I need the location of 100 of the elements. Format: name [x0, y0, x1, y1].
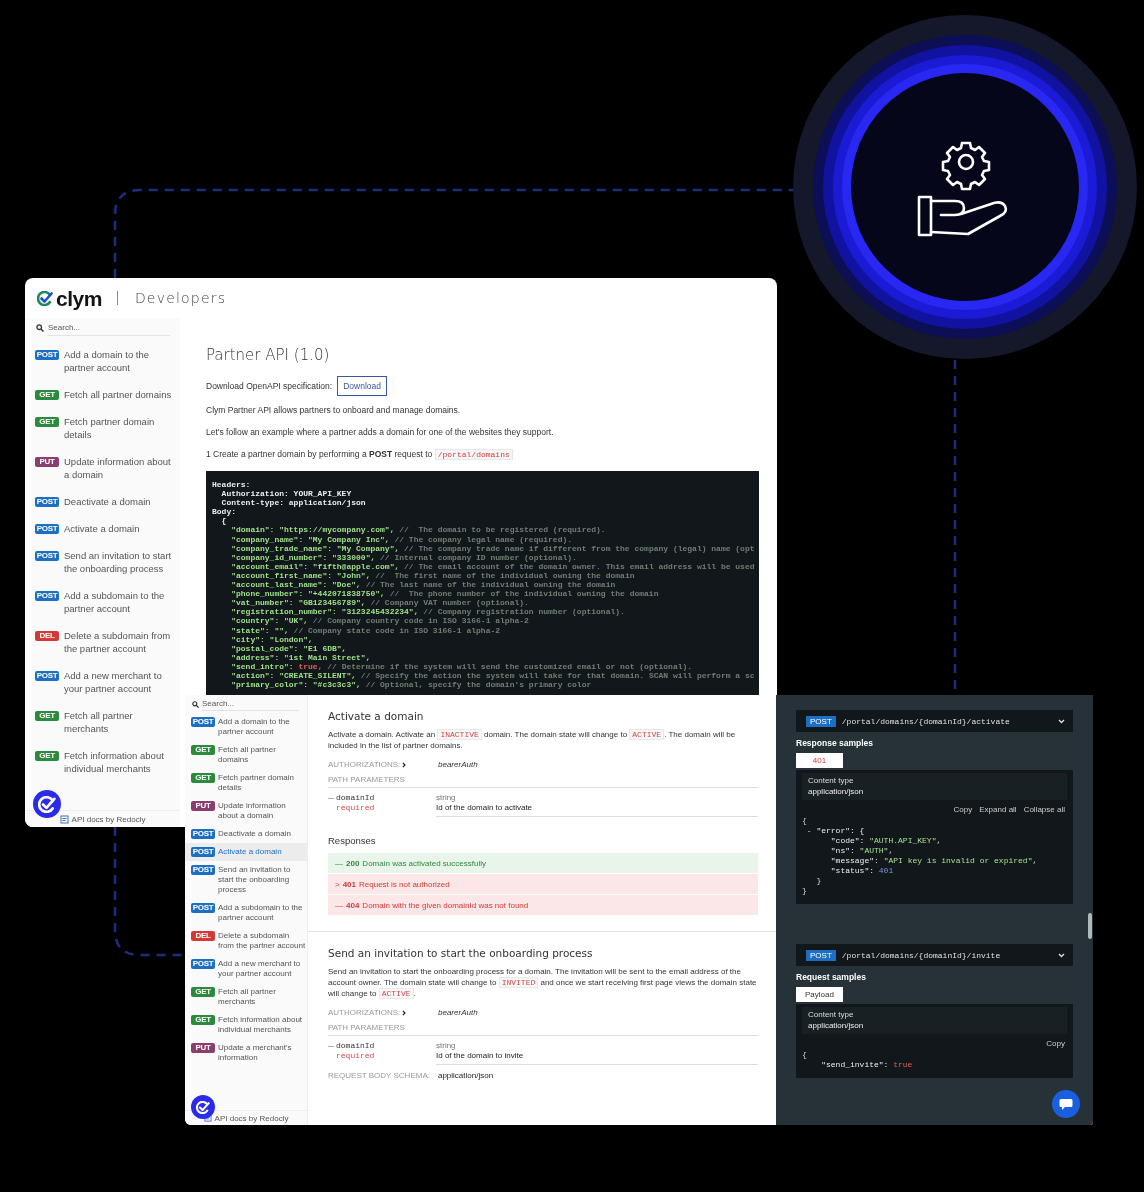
- sidebar-item[interactable]: GET Fetch all partner merchants: [25, 702, 180, 742]
- method-badge: GET: [35, 416, 59, 427]
- sidebar-item[interactable]: PUT Update a merchant's information: [185, 1039, 307, 1067]
- sidebar-item[interactable]: POST Add a subdomain to the partner account: [185, 899, 307, 927]
- json-line: - "error": {: [805, 826, 866, 836]
- method-badge: POST: [35, 670, 59, 681]
- endpoint-bar[interactable]: POST /portal/domains/{domainId}/activate: [796, 710, 1073, 732]
- code-line: "company_name": "My Company Inc", // The company legal name (required).: [230, 534, 573, 544]
- endpoint-bar[interactable]: POST /portal/domains/{domainId}/invite: [796, 944, 1073, 966]
- page-title: Partner API (1.0): [206, 345, 331, 366]
- code-line: "address": "1st Main Street",: [230, 652, 372, 662]
- sidebar-item[interactable]: DEL Delete a subdomain from the partner account: [25, 622, 180, 662]
- sidebar-item[interactable]: PUT Update information about a domain: [185, 797, 307, 825]
- required-label: required: [336, 1051, 375, 1061]
- section-title: Activate a domain: [328, 709, 425, 723]
- method-badge: POST: [191, 717, 215, 727]
- chevron-down-icon: [1058, 718, 1065, 724]
- code-line: Content-type: application/json: [220, 498, 367, 508]
- sidebar-item[interactable]: POST Add a new merchant to your partner account: [25, 662, 180, 702]
- samples-heading: Request samples: [796, 972, 867, 982]
- sample-tab[interactable]: Payload: [796, 987, 843, 1002]
- code-line: "phone_number": "+442071838750", // The phone number of the individual owning the domain: [230, 589, 660, 599]
- section-title: Send an invitation to start the onboarding process: [328, 946, 594, 960]
- footer-link[interactable]: API docs by Redocly: [214, 1113, 289, 1123]
- sidebar-item[interactable]: POST Deactivate a domain: [25, 488, 180, 515]
- search-field[interactable]: Search...: [48, 320, 170, 336]
- code-line: "vat_number": "GB123456789", // Company VAT number (optional).: [230, 598, 530, 608]
- method-badge: POST: [35, 590, 59, 601]
- method-badge: PUT: [35, 456, 59, 467]
- method-badge: POST: [191, 903, 215, 913]
- method-badge: PUT: [191, 801, 215, 811]
- method-badge: GET: [191, 987, 215, 997]
- action-link[interactable]: Copy: [1046, 1039, 1065, 1048]
- sidebar-item[interactable]: POST Add a domain to the partner account: [25, 341, 180, 381]
- auth-scheme: bearerAuth: [438, 760, 478, 769]
- search-field[interactable]: Search...: [202, 697, 299, 711]
- response-row[interactable]: — 404 Domain with the given domainId was not found: [328, 895, 758, 915]
- action-link[interactable]: Copy: [953, 805, 973, 814]
- param-type: string: [436, 793, 457, 803]
- search-icon: [192, 700, 199, 708]
- code-line: Authorization: YOUR_API_KEY: [220, 489, 353, 499]
- json-line: {: [802, 816, 808, 826]
- branch-icon: [328, 1045, 334, 1048]
- sidebar-item[interactable]: POST Add a subdomain to the partner account: [25, 582, 180, 622]
- sidebar-item[interactable]: POST Add a new merchant to your partner account: [185, 955, 307, 983]
- sidebar-item[interactable]: PUT Update information about a domain: [25, 448, 180, 488]
- code-line: "company_id_number": "333000", // Internal company ID number (optional).: [230, 552, 578, 562]
- code-line: "account_email": "fifth@apple.com", // The email account of the domain owner. This email address will be used: [230, 561, 756, 571]
- inline-code: ACTIVE: [629, 729, 665, 740]
- auth-scheme: bearerAuth: [438, 1008, 478, 1017]
- content-type-label: Content type: [808, 1010, 855, 1020]
- param-name: domainId: [336, 1041, 375, 1051]
- sidebar-item[interactable]: GET Fetch information about individual merchants: [185, 1011, 307, 1039]
- method-badge: POST: [35, 550, 59, 561]
- check-logo-icon: [37, 290, 53, 306]
- paragraph: Clym Partner API allows partners to onboard and manage domains.: [206, 405, 462, 416]
- json-line: {: [802, 1050, 808, 1060]
- sidebar-item[interactable]: POST Activate a domain: [25, 515, 180, 542]
- code-line: "action": "CREATE_SILENT", // Specify the action the system will take for that domain. SCAN will perform a sc: [230, 670, 756, 681]
- action-link[interactable]: Expand all: [979, 805, 1017, 814]
- chevron-icon: [402, 1009, 406, 1016]
- redocly-icon: [59, 814, 69, 824]
- sidebar-item[interactable]: GET Fetch partner domain details: [185, 769, 307, 797]
- path-parameters-label: PATH PARAMETERS: [328, 775, 758, 788]
- param-description: Id of the domain to activate: [436, 803, 534, 813]
- content-type-label: Content type: [808, 776, 855, 786]
- download-button[interactable]: Download: [337, 376, 387, 396]
- code-line: "postal_code": "E1 6DB",: [230, 643, 348, 653]
- sidebar-item[interactable]: DEL Delete a subdomain from the partner account: [185, 927, 307, 955]
- json-line: }: [802, 886, 808, 896]
- paragraph: Let's follow an example where a partner adds a domain for one of the websites they support.: [206, 427, 555, 438]
- scrollbar-thumb[interactable]: [1088, 913, 1092, 939]
- json-line: "message": "API key is invalid or expired",: [829, 856, 1039, 866]
- code-line: Headers:: [212, 480, 252, 490]
- method-badge: GET: [191, 1015, 215, 1025]
- sidebar-item[interactable]: GET Fetch all partner domains: [25, 381, 180, 408]
- inline-code: /portal/domains: [434, 449, 513, 460]
- method-badge: GET: [191, 745, 215, 755]
- sidebar-item[interactable]: GET Fetch all partner domains: [185, 741, 307, 769]
- json-line: "ns": "AUTH",: [829, 846, 895, 856]
- param-type: string: [436, 1041, 457, 1051]
- sidebar-item[interactable]: POST Send an invitation to start the onboarding process: [185, 861, 307, 899]
- sidebar-item[interactable]: POST Add a domain to the partner account: [185, 713, 307, 741]
- code-line: Body:: [212, 507, 237, 517]
- sidebar-item[interactable]: GET Fetch information about individual merchants: [25, 742, 180, 782]
- sidebar-item[interactable]: POST Activate a domain: [185, 843, 307, 861]
- branch-icon: [328, 797, 334, 800]
- inline-code: INACTIVE: [437, 729, 482, 740]
- footer-link[interactable]: API docs by Redocly: [71, 814, 146, 824]
- action-link[interactable]: Collapse all: [1023, 805, 1065, 814]
- sample-tab[interactable]: 401: [796, 753, 843, 768]
- sidebar-item[interactable]: GET Fetch partner domain details: [25, 408, 180, 448]
- response-row[interactable]: > 401 Request is not authorized: [328, 874, 758, 894]
- method-badge: GET: [35, 710, 59, 721]
- sidebar-item[interactable]: POST Send an invitation to start the onboarding process: [25, 542, 180, 582]
- sidebar-item[interactable]: GET Fetch all partner merchants: [185, 983, 307, 1011]
- sidebar-item[interactable]: POST Deactivate a domain: [185, 825, 307, 843]
- inline-code: INVITED: [498, 977, 539, 988]
- method-badge: POST: [191, 959, 215, 969]
- description: Activate a domain. Activate an INACTIVE domain. The domain state will change to ACTIVE . The domain will be included in the list of partner domains.: [328, 729, 737, 751]
